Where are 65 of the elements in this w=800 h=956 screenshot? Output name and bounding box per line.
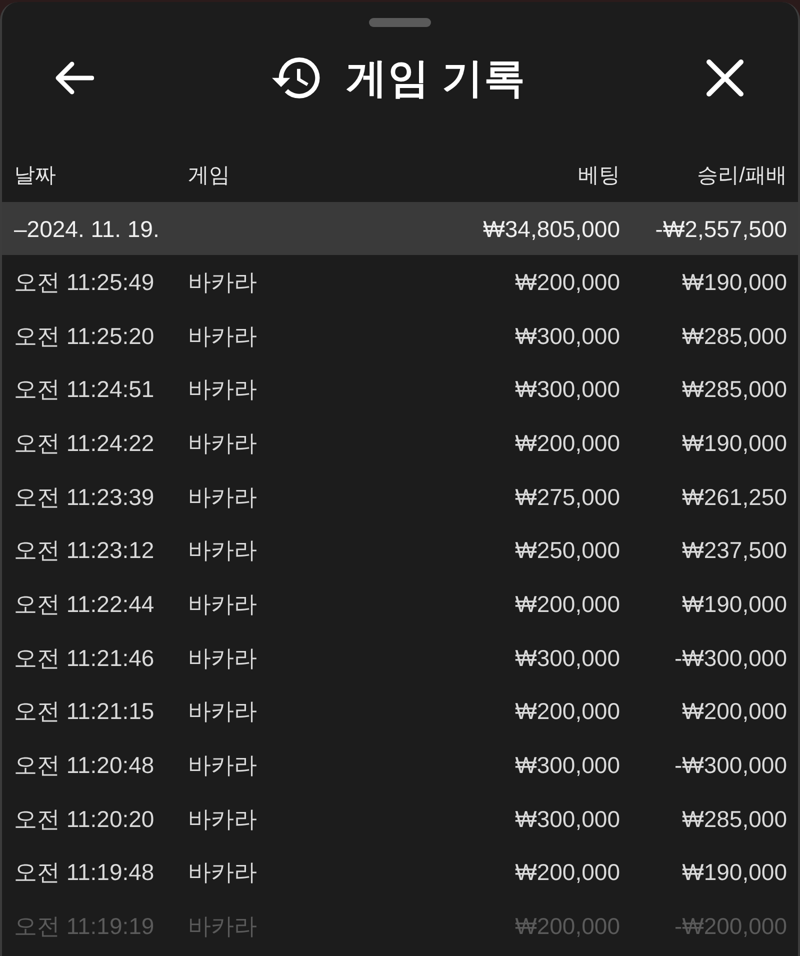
bet-amount: ₩300,000: [515, 376, 620, 402]
result-amount: -₩300,000: [674, 644, 787, 671]
result-amount: ₩285,000: [682, 322, 787, 349]
time-cell: 오전 11:25:20: [14, 322, 154, 349]
time-cell: 오전 11:21:46: [14, 644, 154, 671]
group-date: –2024. 11. 19.: [14, 216, 160, 242]
result-amount: ₩190,000: [682, 430, 787, 456]
result-amount: -₩300,000: [674, 752, 787, 778]
column-header: 날짜: [14, 163, 56, 189]
time-cell: 오전 11:20:48: [14, 752, 154, 778]
bet-amount: ₩250,000: [515, 537, 620, 564]
result-amount: ₩190,000: [682, 268, 787, 295]
column-header: 게임: [188, 163, 230, 189]
bet-amount: ₩275,000: [515, 484, 620, 510]
result-amount: ₩190,000: [682, 859, 787, 886]
history-icon: [272, 56, 322, 100]
game-cell: 바카라: [188, 376, 257, 402]
bet-amount: ₩200,000: [515, 430, 620, 456]
bet-amount: ₩200,000: [515, 913, 620, 940]
bet-amount: ₩300,000: [515, 806, 620, 832]
result-amount: ₩285,000: [682, 806, 787, 832]
back-arrow-icon: [54, 61, 94, 95]
time-cell: 오전 11:25:49: [14, 268, 154, 295]
game-cell: 바카라: [188, 806, 257, 832]
group-result-total: -₩2,557,500: [655, 216, 787, 242]
game-cell: 바카라: [188, 698, 257, 724]
result-amount: ₩237,500: [682, 537, 787, 564]
bet-amount: ₩200,000: [515, 859, 620, 886]
column-header: 승리/패배: [697, 163, 787, 189]
game-cell: 바카라: [188, 537, 257, 564]
game-cell: 바카라: [188, 752, 257, 778]
game-cell: 바카라: [188, 859, 257, 886]
time-cell: 오전 11:21:15: [14, 698, 154, 724]
result-amount: ₩200,000: [682, 698, 787, 724]
bet-amount: ₩300,000: [515, 322, 620, 349]
group-bet-total: ₩34,805,000: [483, 216, 620, 242]
time-cell: 오전 11:23:39: [14, 484, 154, 510]
game-cell: 바카라: [188, 322, 257, 349]
drag-handle[interactable]: [369, 18, 431, 27]
bet-amount: ₩200,000: [515, 268, 620, 295]
bet-amount: ₩200,000: [515, 698, 620, 724]
time-cell: 오전 11:23:12: [14, 537, 154, 564]
time-cell: 오전 11:24:51: [14, 376, 154, 402]
sheet-title: 게임 기록: [346, 54, 526, 102]
game-cell: 바카라: [188, 484, 257, 510]
game-cell: 바카라: [188, 590, 257, 617]
bet-amount: ₩200,000: [515, 590, 620, 617]
time-cell: 오전 11:22:44: [14, 590, 154, 617]
game-cell: 바카라: [188, 913, 257, 940]
result-amount: ₩261,250: [682, 484, 787, 510]
column-header: 베팅: [578, 163, 620, 189]
result-amount: ₩285,000: [682, 376, 787, 402]
game-cell: 바카라: [188, 430, 257, 456]
game-cell: 바카라: [188, 644, 257, 671]
time-cell: 오전 11:24:22: [14, 430, 154, 456]
bet-amount: ₩300,000: [515, 644, 620, 671]
game-cell: 바카라: [188, 268, 257, 295]
time-cell: 오전 11:19:48: [14, 859, 154, 886]
result-amount: -₩200,000: [674, 913, 787, 940]
date-group-row[interactable]: –2024. 11. 19. ₩34,805,000 -₩2,557,500: [2, 202, 798, 255]
bet-amount: ₩300,000: [515, 752, 620, 778]
time-cell: 오전 11:19:19: [14, 913, 154, 940]
result-amount: ₩190,000: [682, 590, 787, 617]
time-cell: 오전 11:20:20: [14, 806, 154, 832]
close-icon: [706, 59, 744, 97]
